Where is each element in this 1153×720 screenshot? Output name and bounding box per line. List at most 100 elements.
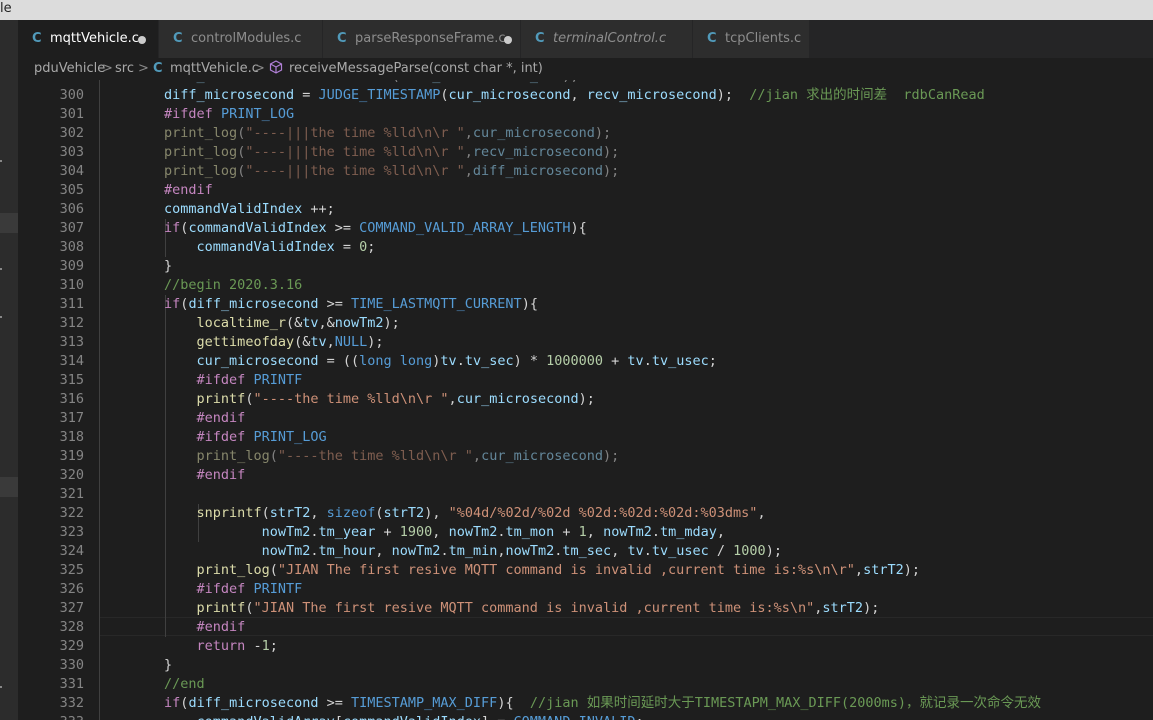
code-line[interactable]: #endif: [99, 618, 246, 637]
code-line[interactable]: if(diff_microsecond >= TIMESTAMP_MAX_DIF…: [99, 694, 1041, 713]
line-number: 313: [59, 334, 84, 350]
breadcrumb-subfolder[interactable]: src: [115, 61, 134, 76]
line-number: 320: [59, 467, 84, 483]
line-number: 326: [59, 581, 84, 597]
editor-tab-bar: CmqttVehicle.c CcontrolModules.c CparseRes…: [18, 20, 1153, 58]
c-file-icon: C: [173, 31, 183, 46]
code-line[interactable]: printf("----the time %lld\n\r ",cur_micr…: [99, 390, 595, 409]
code-area[interactable]: recv_microsecond = atoll.ard(recv_micros…: [99, 80, 1153, 720]
line-number: 333: [18, 713, 84, 720]
line-number: 301: [59, 106, 84, 122]
code-line[interactable]: nowTm2.tm_year + 1900, nowTm2.tm_mon + 1…: [99, 523, 725, 542]
code-line[interactable]: commandValidIndex = 0;: [99, 238, 376, 257]
line-number: 309: [59, 258, 84, 274]
line-number: 316: [59, 391, 84, 407]
tab-label: terminalControl.c: [553, 31, 667, 46]
unsaved-dot-icon[interactable]: [504, 36, 512, 44]
tab-mqttvehicle-c[interactable]: CmqttVehicle.c: [18, 20, 159, 58]
c-file-icon: C: [337, 31, 347, 46]
tab-label: mqttVehicle.c: [50, 31, 139, 46]
line-number: 331: [59, 676, 84, 692]
line-number: 305: [59, 182, 84, 198]
activity-dot: [0, 686, 2, 688]
c-file-icon: C: [153, 61, 163, 76]
breadcrumb-file[interactable]: mqttVehicle.c: [170, 61, 259, 76]
code-line[interactable]: if(diff_microsecond >= TIME_LASTMQTT_CUR…: [99, 295, 538, 314]
code-line[interactable]: nowTm2.tm_hour, nowTm2.tm_min,nowTm2.tm_…: [99, 542, 782, 561]
c-file-icon: C: [535, 31, 545, 46]
line-number-gutter: 2993003013023033043053063073083093103113…: [18, 80, 84, 720]
code-line[interactable]: if(commandValidIndex >= COMMAND_VALID_AR…: [99, 219, 587, 238]
line-number: 307: [59, 220, 84, 236]
line-number: 300: [59, 87, 84, 103]
code-line[interactable]: #endif: [99, 181, 213, 200]
code-line[interactable]: print_log("----|||the time %lld\n\r ",cu…: [99, 124, 611, 143]
code-line[interactable]: localtime_r(&tv,&nowTm2);: [99, 314, 400, 333]
code-line[interactable]: #ifdef PRINT_LOG: [99, 428, 327, 447]
code-line[interactable]: commandValidIndex ++;: [99, 200, 335, 219]
line-number: 321: [59, 486, 84, 502]
tab-label: tcpClients.c: [725, 31, 802, 46]
line-number: 325: [59, 562, 84, 578]
line-number: 332: [59, 695, 84, 711]
code-line[interactable]: cur_microsecond = ((long long)tv.tv_sec)…: [99, 352, 717, 371]
breadcrumb-symbol[interactable]: receiveMessageParse(const char *, int): [289, 61, 543, 76]
breadcrumb-separator: >: [138, 61, 149, 76]
code-line[interactable]: return -1;: [99, 637, 278, 656]
code-line[interactable]: print_log("----|||the time %lld\n\r ",di…: [99, 162, 619, 181]
code-line[interactable]: commandValidArray[commandValidIndex] = C…: [99, 713, 644, 720]
activity-item-marker[interactable]: [0, 477, 18, 497]
breadcrumb-separator: >: [102, 61, 113, 76]
code-line[interactable]: #ifdef PRINTF: [99, 371, 303, 390]
line-number: 322: [59, 505, 84, 521]
code-line[interactable]: print_log("----|||the time %lld\n\r ",re…: [99, 143, 619, 162]
code-line[interactable]: #ifdef PRINT_LOG: [99, 105, 294, 124]
line-number: 317: [59, 410, 84, 426]
window-title: le: [0, 1, 12, 16]
breadcrumb: pduVehicle > src > C mqttVehicle.c > rec…: [18, 58, 1153, 80]
code-line[interactable]: //begin 2020.3.16: [99, 276, 302, 295]
code-line[interactable]: }: [99, 257, 172, 276]
tab-label: parseResponseFrame.c: [355, 31, 506, 46]
line-number: 302: [59, 125, 84, 141]
line-number: 310: [59, 277, 84, 293]
code-line[interactable]: print_log("----the time %lld\n\r ",cur_m…: [99, 447, 620, 466]
line-number: 319: [59, 448, 84, 464]
window-titlebar: le: [0, 0, 1153, 20]
code-line[interactable]: #ifdef PRINTF: [99, 580, 303, 599]
line-number: 330: [59, 657, 84, 673]
code-line[interactable]: print_log("JIAN The first resive MQTT co…: [99, 561, 920, 580]
function-symbol-icon: [269, 60, 283, 78]
unsaved-dot-icon[interactable]: [138, 36, 146, 44]
current-line-highlight: [99, 617, 1153, 636]
tab-label: controlModules.c: [191, 31, 302, 46]
activity-dot: [0, 268, 2, 270]
tab-parseresponseframe-c[interactable]: CparseResponseFrame.c: [323, 20, 521, 58]
line-number: 318: [59, 429, 84, 445]
activity-dot: [0, 316, 2, 318]
code-line[interactable]: snprintf(strT2, sizeof(strT2), "%04d/%02…: [99, 504, 766, 523]
code-line[interactable]: //end: [99, 675, 205, 694]
line-number: 306: [59, 201, 84, 217]
activity-item-marker[interactable]: [0, 213, 18, 233]
code-line[interactable]: gettimeofday(&tv,NULL);: [99, 333, 384, 352]
tab-tcpclients-c[interactable]: CtcpClients.c: [693, 20, 810, 58]
code-line[interactable]: }: [99, 656, 172, 675]
line-number: 314: [59, 353, 84, 369]
code-line[interactable]: #endif: [99, 466, 246, 485]
breadcrumb-folder[interactable]: pduVehicle: [34, 61, 105, 76]
code-line[interactable]: diff_microsecond = JUDGE_TIMESTAMP(cur_m…: [99, 86, 985, 105]
activity-bar: [0, 20, 18, 720]
line-number: 303: [59, 144, 84, 160]
line-number: 324: [59, 543, 84, 559]
code-editor[interactable]: 2993003013023033043053063073083093103113…: [18, 80, 1153, 720]
c-file-icon: C: [707, 31, 717, 46]
line-number: 311: [59, 296, 84, 312]
code-line[interactable]: printf("JIAN The first resive MQTT comma…: [99, 599, 880, 618]
code-line[interactable]: #endif: [99, 409, 246, 428]
line-number: 323: [59, 524, 84, 540]
tab-controlmodules-c[interactable]: CcontrolModules.c: [159, 20, 323, 58]
breadcrumb-separator: >: [254, 61, 265, 76]
tab-terminalcontrol-c[interactable]: CterminalControl.c: [521, 20, 693, 58]
line-number: 304: [59, 163, 84, 179]
